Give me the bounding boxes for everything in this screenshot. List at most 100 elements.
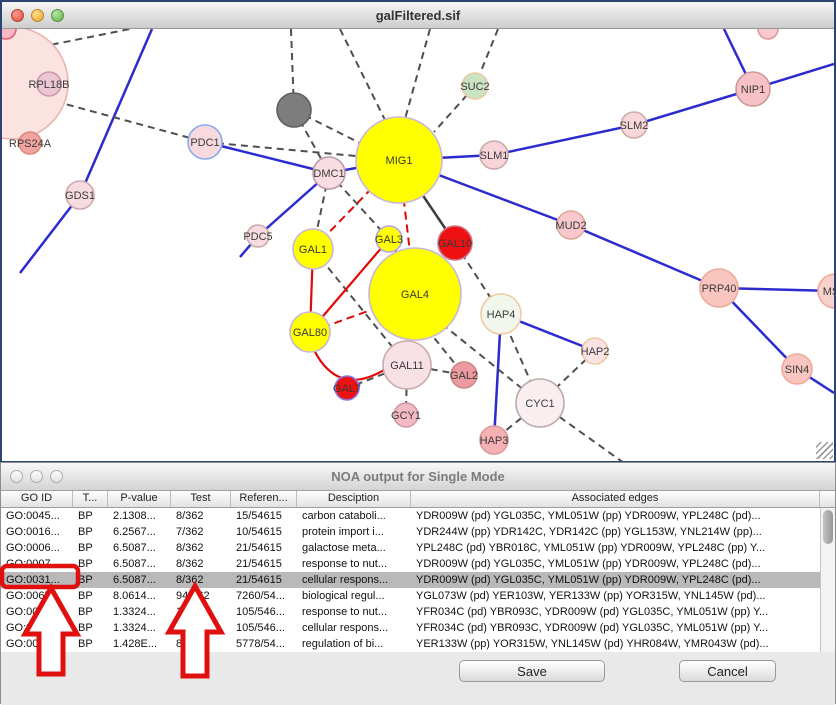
table-row[interactable]: GO:0031...BP6.5087...8/36221/54615cellul… [1,572,835,588]
node-label-CYC1: CYC1 [525,398,554,410]
table-cell: 8.0614... [108,588,171,604]
table-cell: galactose meta... [297,540,411,556]
table-cell: 21/54615 [231,572,297,588]
table-cell: biological regul... [297,588,411,604]
table-cell: 8/362 [171,508,231,524]
table-cell: 15/54615 [231,508,297,524]
network-edge[interactable] [340,29,387,124]
table-cell: YDR009W (pd) YGL035C, YML051W (pp) YDR00… [411,556,820,572]
node-label-GDS1: GDS1 [65,190,95,202]
network-edge[interactable] [205,142,329,173]
table-cell: YDR244W (pp) YDR142C, YDR142C (pp) YGL15… [411,524,820,540]
table-cell: 1.3324... [108,620,171,636]
table-cell: BP [73,588,108,604]
node-label-HAP3: HAP3 [480,435,509,447]
table-cell: 11/362 [171,620,231,636]
node-label-GAL10: GAL10 [438,238,472,250]
column-header-test[interactable]: Test [171,491,231,507]
table-cell: GO:0016... [1,524,73,540]
minimize-button[interactable] [31,9,44,22]
table-cell: 6.5087... [108,572,171,588]
table-row[interactable]: GO:0031...BP1.3324...11/362105/546...res… [1,604,835,620]
table-cell: 2.1308... [108,508,171,524]
node-label-GAL80: GAL80 [293,327,327,339]
node-label-PDC1: PDC1 [190,137,219,149]
node-label-GAL11: GAL11 [390,360,423,372]
cancel-button[interactable]: Cancel [679,660,776,682]
table-cell: protein import i... [297,524,411,540]
table-row[interactable]: GO:0045...BP2.1308...8/36215/54615carbon… [1,508,835,524]
vertical-scrollbar[interactable] [820,508,835,652]
table-cell: BP [73,556,108,572]
table-row[interactable]: GO:0050...BP1.428E...80/3625778/54...reg… [1,636,835,652]
table-row[interactable]: GO:0065...BP8.0614...94/3627260/54...bio… [1,588,835,604]
table-row[interactable]: GO:0016...BP6.2567...7/36210/54615protei… [1,524,835,540]
network-edge[interactable] [405,29,430,119]
table-cell: 21/54615 [231,540,297,556]
network-window-title: galFiltered.sif [376,8,461,23]
scrollbar-thumb[interactable] [823,510,833,544]
network-canvas[interactable]: RPL18BRPS24AGDS1PDC1DMC1PDC5MIG1SUC2SLM1… [2,29,834,461]
table-row[interactable]: GO:0007...BP6.5087...8/36221/54615respon… [1,556,835,572]
table-cell: regulation of bi... [297,636,411,652]
node-label-DMC1: DMC1 [313,168,344,180]
column-header-p-value[interactable]: P-value [108,491,171,507]
column-header-reference[interactable]: Referen... [231,491,297,507]
traffic-lights [11,2,64,28]
node-label-MUD2: MUD2 [555,220,586,232]
node-label-MIG1: MIG1 [386,155,413,167]
close-button[interactable] [11,9,24,22]
table-cell: 8/362 [171,572,231,588]
table-cell: YFR034C (pd) YBR093C, YDR009W (pd) YGL03… [411,604,820,620]
column-header-go-id[interactable]: GO ID [1,491,73,507]
table-cell: BP [73,636,108,652]
table-cell: 105/546... [231,620,297,636]
save-button[interactable]: Save [459,660,605,682]
table-cell: GO:0007... [1,556,73,572]
table-cell: GO:0031... [1,620,73,636]
network-node-top-right-pink[interactable] [758,29,778,39]
network-svg: RPL18BRPS24AGDS1PDC1DMC1PDC5MIG1SUC2SLM1… [2,29,834,461]
network-window-titlebar[interactable]: galFiltered.sif [2,2,834,29]
network-node-gray-unlabeled[interactable] [277,93,311,127]
table-cell: YDR009W (pd) YGL035C, YML051W (pp) YDR00… [411,572,820,588]
minimize-button[interactable] [30,470,43,483]
table-cell: 5778/54... [231,636,297,652]
table-cell: 80/362 [171,636,231,652]
zoom-button[interactable] [51,9,64,22]
table-row[interactable]: GO:0006...BP6.5087...8/36221/54615galact… [1,540,835,556]
noa-window-titlebar[interactable]: NOA output for Single Mode [1,463,835,491]
table-cell: BP [73,524,108,540]
window-resize-grip[interactable] [816,442,833,459]
noa-window-title: NOA output for Single Mode [331,469,505,484]
column-header-type[interactable]: T... [73,491,108,507]
table-cell: YER133W (pp) YOR315W, YNL145W (pd) YHR08… [411,636,820,652]
node-label-SIN4: SIN4 [785,364,809,376]
table-cell: BP [73,540,108,556]
table-row[interactable]: GO:0031...BP1.3324...11/362105/546...cel… [1,620,835,636]
network-edge[interactable] [571,225,719,288]
column-header-description[interactable]: Desciption [297,491,411,507]
node-label-HAP2: HAP2 [581,346,610,358]
table-cell: 94/362 [171,588,231,604]
table-cell: 105/546... [231,604,297,620]
table-cell: 11/362 [171,604,231,620]
column-header-associated-edges[interactable]: Associated edges [411,491,820,507]
table-cell: 7260/54... [231,588,297,604]
node-label-NIP1: NIP1 [741,84,765,96]
node-label-SLM2: SLM2 [620,120,649,132]
network-edge[interactable] [634,89,753,125]
node-label-GAL2: GAL2 [450,370,478,382]
zoom-button[interactable] [50,470,63,483]
table-cell: carbon cataboli... [297,508,411,524]
table-cell: BP [73,572,108,588]
network-edge[interactable] [494,125,634,155]
table-cell: GO:0045... [1,508,73,524]
table-cell: BP [73,604,108,620]
table-cell: 8/362 [171,540,231,556]
node-label-MSN: MSN [823,286,834,298]
node-label-SLM1: SLM1 [480,150,509,162]
close-button[interactable] [10,470,23,483]
node-label-GCY1: GCY1 [391,410,421,422]
node-label-PDC5: PDC5 [243,231,272,243]
